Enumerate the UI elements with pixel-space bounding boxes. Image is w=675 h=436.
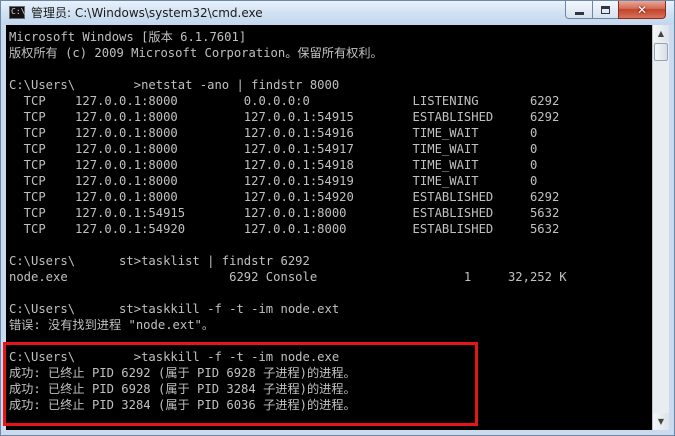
console-line: 版权所有 (c) 2009 Microsoft Corporation。保留所有… [9,46,383,60]
console-output[interactable]: Microsoft Windows [版本 6.1.7601] 版权所有 (c) … [6,25,652,430]
console-line: C:\Users\ >taskkill -f -t -im node.exe [9,350,340,364]
console-line: TCP 127.0.0.1:54920 127.0.0.1:8000 ESTAB… [9,222,560,236]
console-line: TCP 127.0.0.1:8000 0.0.0.0:0 LISTENING 6… [9,94,560,108]
scroll-down-button[interactable]: ▼ [653,413,669,430]
minimize-icon [574,11,584,15]
console-line: 成功: 已终止 PID 3284 (属于 PID 6036 子进程)的进程。 [9,398,356,412]
minimize-button[interactable] [565,1,593,19]
scroll-up-button[interactable]: ▲ [653,25,669,42]
console-line: TCP 127.0.0.1:8000 127.0.0.1:54915 ESTAB… [9,110,560,124]
console-line: C:\Users\ st>tasklist | findstr 6292 [9,254,310,268]
console-line: C:\Users\ st>taskkill -f -t -im node.ext [9,302,340,316]
maximize-button[interactable] [592,1,619,19]
vertical-scrollbar[interactable]: ▲ ▼ [652,25,669,430]
scroll-thumb[interactable] [654,43,668,61]
console-line: C:\Users\ >netstat -ano | findstr 8000 [9,78,340,92]
window-title: 管理员: C:\Windows\system32\cmd.exe [31,6,263,20]
console-text: Microsoft Windows [版本 6.1.7601] 版权所有 (c) … [6,25,652,413]
console-line: TCP 127.0.0.1:8000 127.0.0.1:54919 TIME_… [9,174,538,188]
scroll-down-arrow-icon: ▼ [657,416,665,426]
close-icon: ✕ [636,2,648,17]
close-button[interactable]: ✕ [618,1,666,19]
cmd-window: C:\ 管理员: C:\Windows\system32\cmd.exe ✕ M… [0,0,675,436]
cmd-icon[interactable]: C:\ [9,6,25,19]
console-line: Microsoft Windows [版本 6.1.7601] [9,30,247,44]
console-line: TCP 127.0.0.1:8000 127.0.0.1:54920 ESTAB… [9,190,560,204]
console-line: TCP 127.0.0.1:8000 127.0.0.1:54916 TIME_… [9,126,538,140]
console-line: 错误: 没有找到进程 "node.ext"。 [9,318,215,332]
console-line: 成功: 已终止 PID 6292 (属于 PID 6928 子进程)的进程。 [9,366,356,380]
console-line: node.exe 6292 Console 1 32,252 K [9,270,567,284]
console-line: TCP 127.0.0.1:54915 127.0.0.1:8000 ESTAB… [9,206,560,220]
console-line: TCP 127.0.0.1:8000 127.0.0.1:54918 TIME_… [9,158,538,172]
console-line: 成功: 已终止 PID 6928 (属于 PID 3284 子进程)的进程。 [9,382,356,396]
console-line: TCP 127.0.0.1:8000 127.0.0.1:54917 TIME_… [9,142,538,156]
maximize-icon [601,5,610,14]
scroll-up-arrow-icon: ▲ [657,28,665,38]
